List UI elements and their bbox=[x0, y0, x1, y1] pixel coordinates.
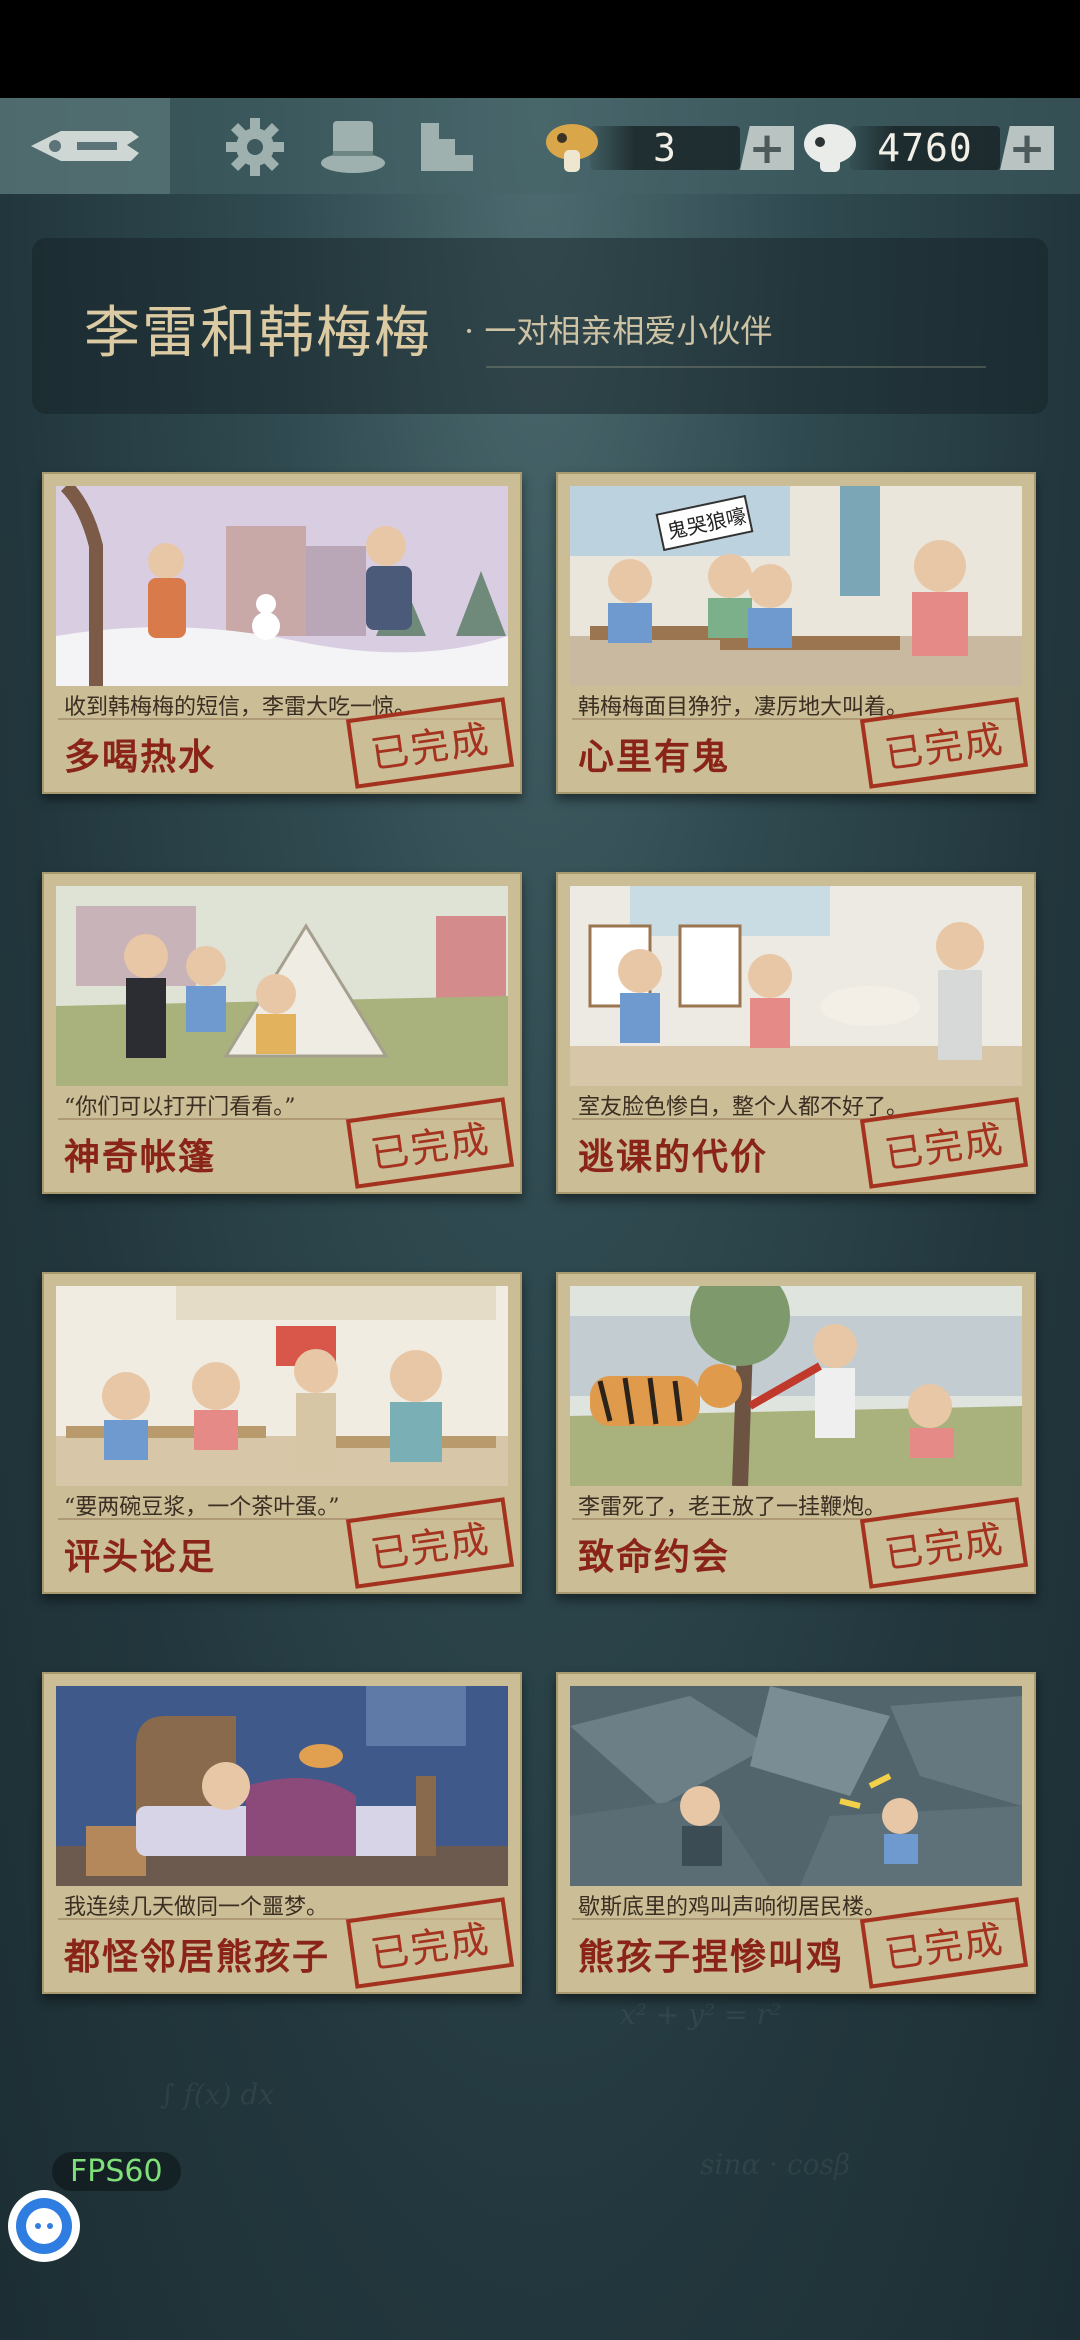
level-card-4[interactable]: 室友脸色惨白，整个人都不好了。 逃课的代价 已完成 bbox=[556, 872, 1036, 1194]
completed-stamp: 已完成 bbox=[345, 1897, 515, 1989]
level-card-8[interactable]: 歇斯底里的鸡叫声响彻居民楼。 熊孩子捏惨叫鸡 已完成 bbox=[556, 1672, 1036, 1994]
level-2-title: 心里有鬼 bbox=[578, 736, 731, 778]
level-8-illustration bbox=[570, 1686, 1022, 1886]
level-1-illustration bbox=[56, 486, 508, 686]
key-mushroom-icon bbox=[546, 124, 598, 172]
coin-count: 4760 bbox=[850, 126, 1000, 170]
level-1-title: 多喝热水 bbox=[64, 736, 217, 778]
level-card-6[interactable]: 李雷死了，老王放了一挂鞭炮。 致命约会 已完成 bbox=[556, 1272, 1036, 1594]
level-4-title: 逃课的代价 bbox=[578, 1136, 769, 1178]
level-5-illustration bbox=[56, 1286, 508, 1486]
level-6-description: 李雷死了，老王放了一挂鞭炮。 bbox=[578, 1495, 887, 1520]
level-card-5[interactable]: “要两碗豆浆，一个茶叶蛋。” 评头论足 已完成 bbox=[42, 1272, 522, 1594]
level-5-title: 评头论足 bbox=[64, 1536, 217, 1578]
level-7-description: 我连续几天做同一个噩梦。 bbox=[64, 1895, 329, 1920]
fps-counter: FPS60 bbox=[52, 2152, 181, 2191]
back-button[interactable] bbox=[0, 98, 170, 194]
pen-nib-back-icon bbox=[31, 131, 139, 161]
top-hat-icon[interactable] bbox=[318, 112, 388, 182]
key-currency: 3 + bbox=[544, 118, 794, 178]
ghost-coin-icon bbox=[804, 124, 856, 172]
add-keys-button[interactable]: + bbox=[740, 126, 794, 170]
stairs-rank-icon[interactable] bbox=[412, 112, 482, 182]
level-4-illustration bbox=[570, 886, 1022, 1086]
level-card-3[interactable]: “你们可以打开门看看。” 神奇帐篷 已完成 bbox=[42, 872, 522, 1194]
level-8-title: 熊孩子捏惨叫鸡 bbox=[578, 1936, 845, 1978]
level-2-illustration: 鬼哭狼嚎 bbox=[570, 486, 1022, 686]
level-card-7[interactable]: 我连续几天做同一个噩梦。 都怪邻居熊孩子 已完成 bbox=[42, 1672, 522, 1994]
completed-stamp: 已完成 bbox=[345, 1097, 515, 1189]
status-bar bbox=[0, 0, 1080, 98]
level-4-description: 室友脸色惨白，整个人都不好了。 bbox=[578, 1095, 909, 1120]
level-6-illustration bbox=[570, 1286, 1022, 1486]
level-card-1[interactable]: 收到韩梅梅的短信，李雷大吃一惊。 多喝热水 已完成 bbox=[42, 472, 522, 794]
chapter-title: 李雷和韩梅梅 bbox=[84, 301, 432, 366]
level-2-description: 韩梅梅面目狰狞，凄厉地大叫着。 bbox=[578, 695, 909, 720]
completed-stamp: 已完成 bbox=[345, 1497, 515, 1589]
level-3-description: “你们可以打开门看看。” bbox=[64, 1095, 296, 1120]
level-5-description: “要两碗豆浆，一个茶叶蛋。” bbox=[64, 1495, 340, 1520]
level-8-description: 歇斯底里的鸡叫声响彻居民楼。 bbox=[578, 1895, 887, 1920]
coin-currency: 4760 + bbox=[800, 118, 1054, 178]
key-count: 3 bbox=[590, 126, 740, 170]
level-7-illustration bbox=[56, 1686, 508, 1886]
assistant-bubble-icon bbox=[16, 2198, 72, 2254]
chalkboard-background: x² + y² = r² ∫ f(x) dx sinα · cosβ bbox=[0, 98, 1080, 2340]
level-7-title: 都怪邻居熊孩子 bbox=[64, 1936, 331, 1978]
settings-gear-icon[interactable] bbox=[220, 112, 290, 182]
chapter-subtitle: · 一对相亲相爱小伙伴 bbox=[464, 312, 773, 350]
level-3-illustration bbox=[56, 886, 508, 1086]
floating-assistant-button[interactable] bbox=[8, 2190, 80, 2262]
add-coins-button[interactable]: + bbox=[1000, 126, 1054, 170]
divider bbox=[486, 366, 986, 368]
level-6-title: 致命约会 bbox=[578, 1536, 731, 1578]
level-3-title: 神奇帐篷 bbox=[64, 1136, 217, 1178]
level-card-2[interactable]: 鬼哭狼嚎 韩梅梅面目狰狞，凄厉地大叫着。 心里有鬼 已完成 bbox=[556, 472, 1036, 794]
